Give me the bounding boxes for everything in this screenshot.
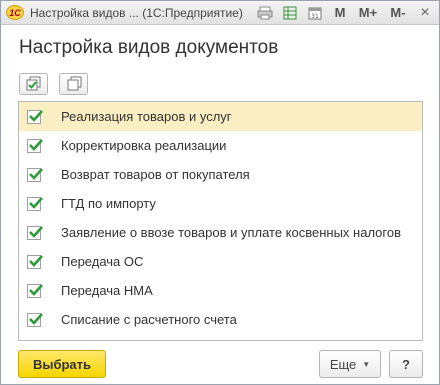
list-item[interactable]: Передача ОС [19, 247, 422, 276]
item-label: Списание с расчетного счета [61, 312, 237, 327]
list-item[interactable]: Списание с расчетного счета [19, 305, 422, 334]
item-checkbox[interactable] [27, 312, 43, 327]
item-label: Возврат товаров от покупателя [61, 167, 250, 182]
checkmark-icon [29, 167, 43, 180]
uncheck-all-button[interactable] [59, 73, 88, 95]
item-checkbox[interactable] [27, 283, 43, 298]
item-label: ГТД по импорту [61, 196, 156, 211]
more-label: Еще [329, 356, 357, 372]
list-item[interactable]: Реализация товаров и услуг [19, 102, 422, 131]
item-label: Передача НМА [61, 283, 153, 298]
checkmark-icon [29, 254, 43, 267]
list-toolbar [19, 73, 88, 95]
item-checkbox[interactable] [27, 254, 43, 269]
list-item[interactable]: Заявление о ввозе товаров и уплате косве… [19, 218, 422, 247]
calendar-icon[interactable]: 31 [307, 5, 323, 21]
list-item[interactable]: ГТД по импорту [19, 189, 422, 218]
list-item[interactable]: Корректировка реализации [19, 131, 422, 160]
item-checkbox[interactable] [27, 167, 43, 182]
document-types-list: Реализация товаров и услуг Корректировка… [18, 101, 423, 341]
item-label: Передача ОС [61, 254, 144, 269]
item-checkbox[interactable] [27, 109, 43, 124]
dialog-footer: Выбрать Еще ▼ ? [18, 350, 423, 378]
item-checkbox[interactable] [27, 225, 43, 240]
close-icon[interactable]: × [417, 4, 433, 21]
uncheck-all-icon [67, 76, 81, 91]
page-title: Настройка видов документов [19, 37, 279, 58]
memory-plus-button[interactable]: M+ [357, 5, 379, 21]
checkmark-icon [29, 312, 43, 325]
app-logo: 1С [6, 5, 24, 20]
checkmark-icon [29, 196, 43, 209]
select-button[interactable]: Выбрать [18, 350, 106, 378]
spreadsheet-icon[interactable] [282, 5, 298, 21]
check-all-button[interactable] [19, 73, 48, 95]
dialog-window: 1С Настройка видов ... (1С:Предприятие) … [0, 0, 440, 385]
checkmark-icon [29, 283, 43, 296]
list-item[interactable]: Передача НМА [19, 276, 422, 305]
title-bar: 1С Настройка видов ... (1С:Предприятие) … [1, 1, 439, 25]
check-all-icon [26, 76, 40, 91]
window-title: Настройка видов ... (1С:Предприятие) [30, 5, 243, 20]
print-icon[interactable] [257, 5, 273, 21]
memory-minus-button[interactable]: M- [388, 5, 408, 21]
list-item[interactable]: Возврат товаров от покупателя [19, 160, 422, 189]
item-checkbox[interactable] [27, 138, 43, 153]
more-button[interactable]: Еще ▼ [319, 350, 381, 378]
item-label: Корректировка реализации [61, 138, 227, 153]
checkmark-icon [29, 225, 43, 238]
help-button[interactable]: ? [389, 350, 423, 378]
item-label: Реализация товаров и услуг [61, 109, 232, 124]
item-checkbox[interactable] [27, 196, 43, 211]
checkmark-icon [29, 109, 43, 122]
dropdown-arrow-icon: ▼ [362, 359, 371, 369]
item-label: Заявление о ввозе товаров и уплате косве… [61, 225, 402, 240]
svg-text:31: 31 [311, 13, 319, 20]
memory-button[interactable]: M [332, 5, 348, 21]
checkmark-icon [29, 138, 43, 151]
